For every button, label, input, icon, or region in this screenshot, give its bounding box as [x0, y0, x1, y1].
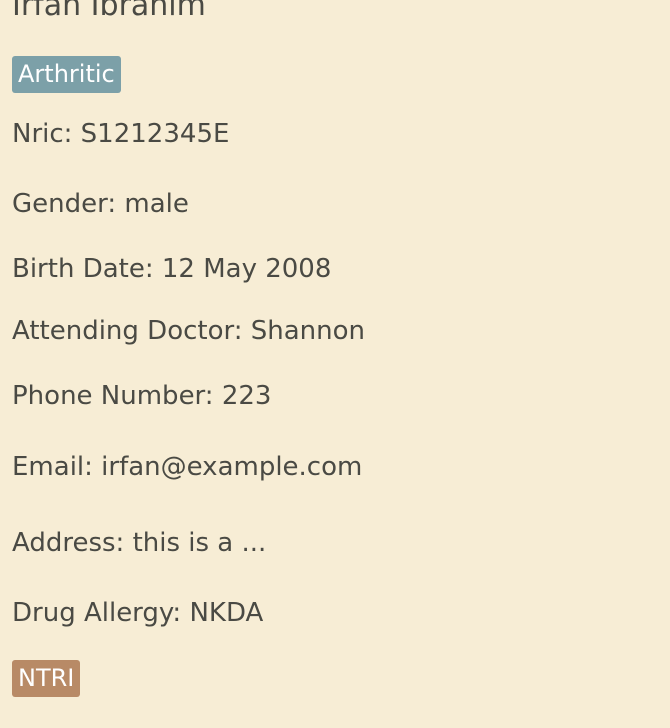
phone-number-field: Phone Number: 223 [12, 381, 272, 411]
gender-field: Gender: male [12, 189, 189, 219]
email-field: Email: irfan@example.com [12, 452, 363, 482]
nric-field: Nric: S1212345E [12, 119, 230, 149]
condition-tag: Arthritic [12, 56, 121, 93]
address-field: Address: this is a ... [12, 528, 267, 558]
ward-tag: NTRI [12, 660, 81, 697]
patient-name: Irfan Ibrahim [12, 0, 206, 23]
birth-date-field: Birth Date: 12 May 2008 [12, 254, 332, 284]
attending-doctor-field: Attending Doctor: Shannon [12, 316, 366, 346]
patient-card: Irfan Ibrahim Arthritic Nric: S1212345E … [0, 0, 670, 728]
drug-allergy-field: Drug Allergy: NKDA [12, 598, 264, 628]
